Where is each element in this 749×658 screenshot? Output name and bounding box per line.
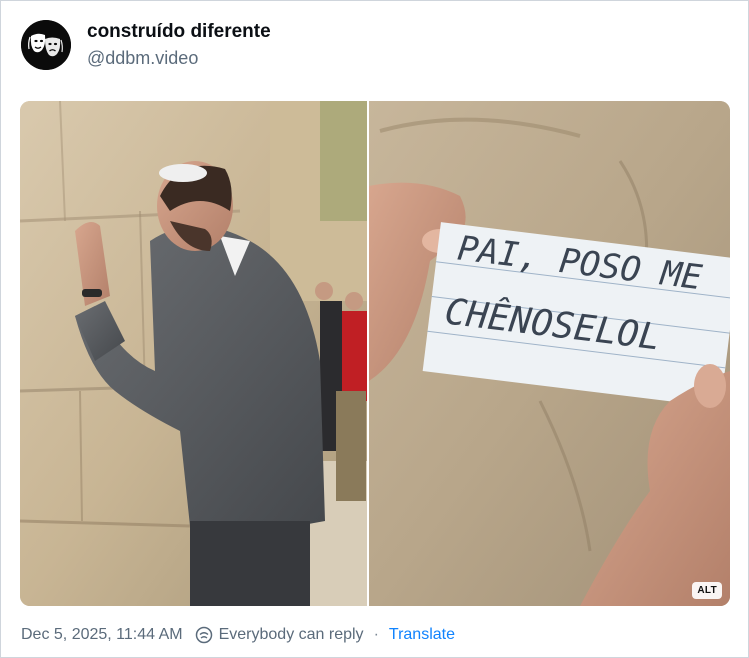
- author-names: construído diferente @ddbm.video: [87, 20, 271, 70]
- theater-masks-icon: [21, 20, 71, 70]
- author-handle[interactable]: @ddbm.video: [87, 46, 271, 70]
- reply-settings-label[interactable]: Everybody can reply: [219, 626, 364, 644]
- author-avatar[interactable]: [21, 20, 71, 70]
- alt-text-badge[interactable]: ALT: [692, 582, 722, 599]
- post-media[interactable]: PAI, POSO ME CHÊNOSELOL ALT: [20, 101, 730, 606]
- post-header: construído diferente @ddbm.video: [21, 19, 271, 71]
- post-image: PAI, POSO ME CHÊNOSELOL: [20, 101, 730, 606]
- post-footer: Dec 5, 2025, 11:44 AM Everybody can repl…: [21, 623, 455, 647]
- post-card: construído diferente @ddbm.video PAI, PO…: [0, 0, 749, 658]
- author-display-name[interactable]: construído diferente: [87, 20, 271, 44]
- reply-settings-icon: [195, 626, 213, 644]
- left-photo: [20, 101, 367, 606]
- right-photo: PAI, POSO ME CHÊNOSELOL: [369, 101, 730, 606]
- translate-link[interactable]: Translate: [389, 626, 455, 644]
- post-timestamp[interactable]: Dec 5, 2025, 11:44 AM: [21, 626, 183, 644]
- footer-separator: ·: [373, 626, 379, 643]
